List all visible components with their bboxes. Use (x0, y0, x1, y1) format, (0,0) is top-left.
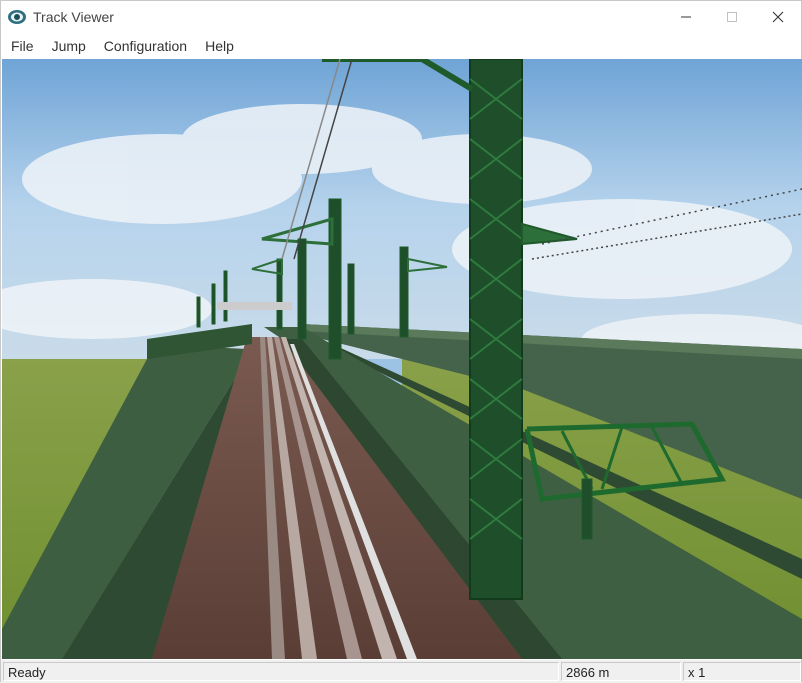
title-bar[interactable]: Track Viewer (1, 1, 801, 33)
close-icon (772, 11, 784, 23)
minimize-icon (681, 16, 691, 18)
distance-readout: 2866 m (561, 662, 681, 681)
distant-platform (217, 302, 292, 310)
menu-bar: File Jump Configuration Help (1, 34, 801, 58)
status-text: Ready (3, 662, 559, 681)
minimize-button[interactable] (663, 1, 709, 33)
window-title: Track Viewer (33, 9, 114, 25)
speed-readout: x 1 (683, 662, 801, 681)
close-button[interactable] (755, 1, 801, 33)
menu-configuration[interactable]: Configuration (96, 34, 195, 58)
track-viewer-app-icon (8, 10, 26, 24)
status-bar: Ready 2866 m x 1 (1, 660, 801, 683)
maximize-button[interactable] (709, 1, 755, 33)
railway-scene (2, 59, 802, 659)
track-3d-viewport[interactable] (2, 59, 802, 659)
menu-help[interactable]: Help (197, 34, 242, 58)
menu-jump[interactable]: Jump (44, 34, 94, 58)
menu-file[interactable]: File (3, 34, 42, 58)
maximize-icon (727, 12, 737, 22)
track-viewer-window: Track Viewer File Jump Configuration Hel… (0, 0, 802, 683)
